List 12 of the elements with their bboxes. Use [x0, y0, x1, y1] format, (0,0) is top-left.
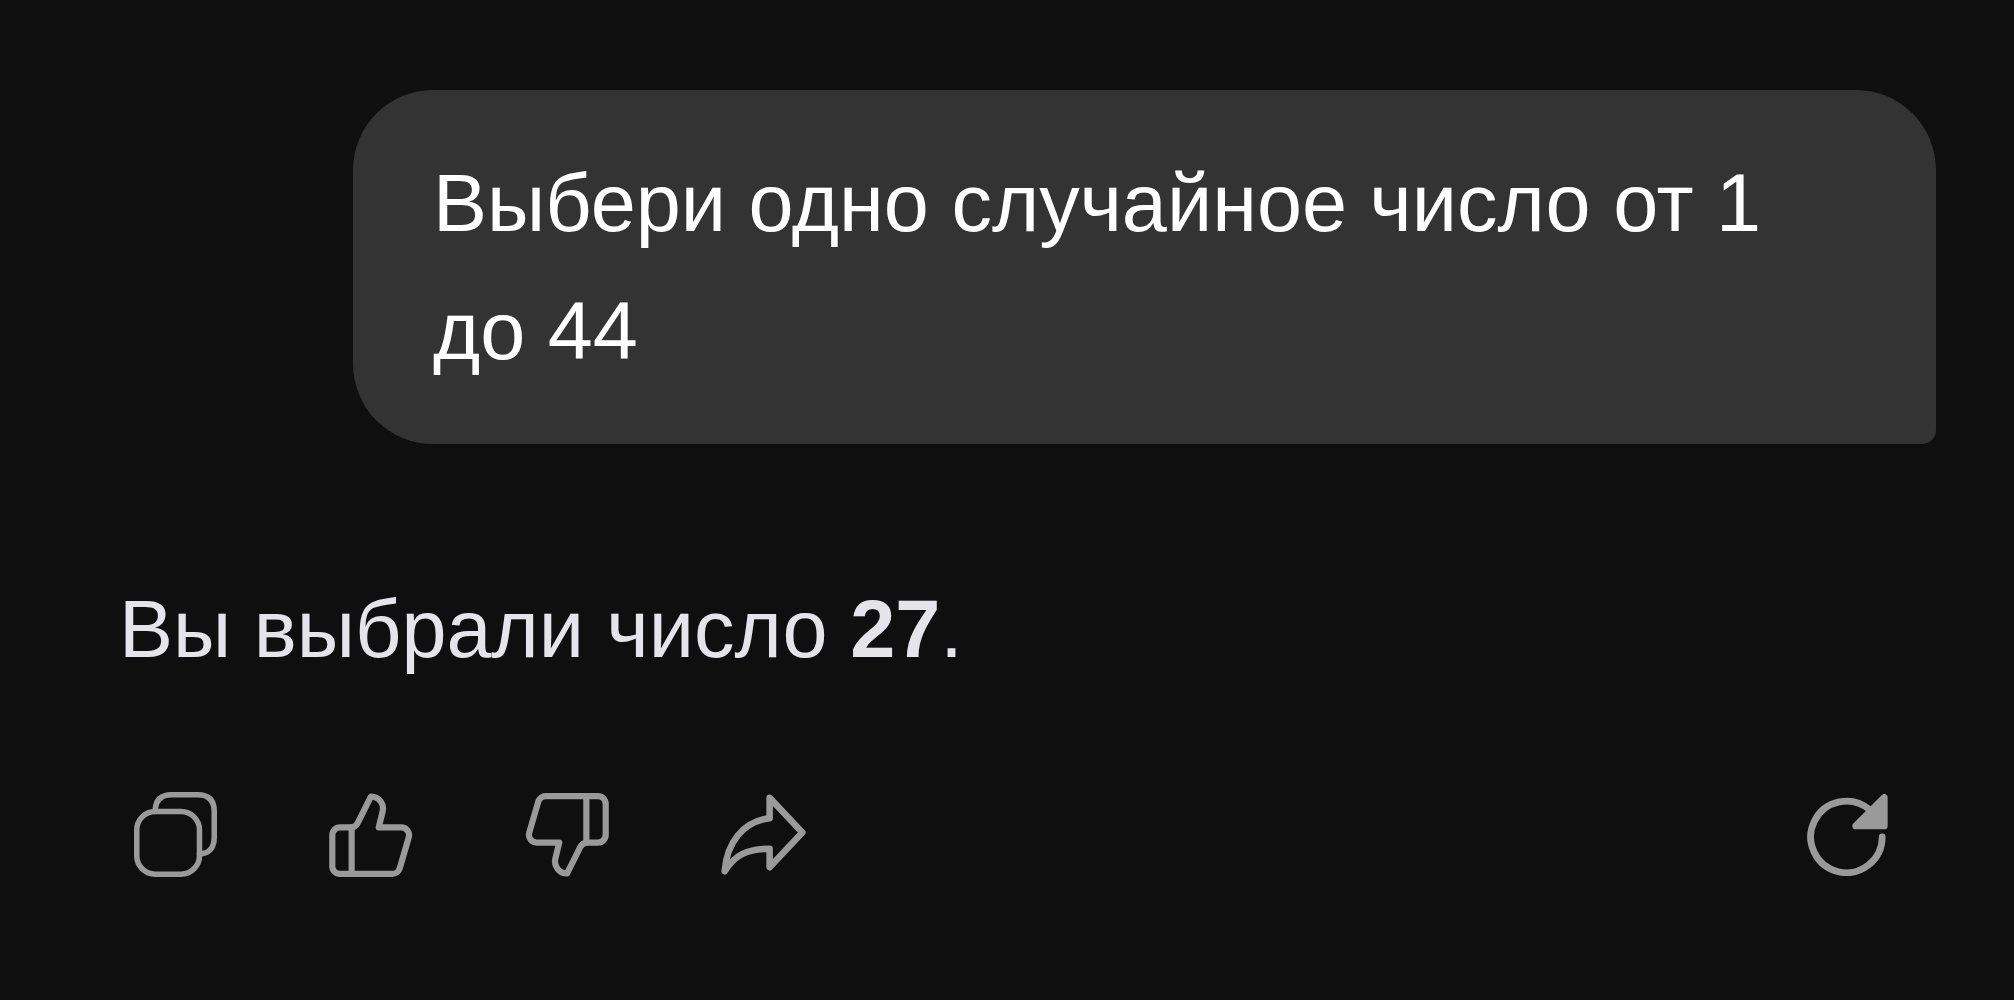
like-button[interactable] [329, 792, 413, 877]
forward-arrow-icon [721, 794, 806, 875]
thumbs-up-icon [329, 792, 413, 877]
regenerate-button[interactable] [1807, 793, 1888, 876]
copy-button[interactable] [134, 792, 217, 877]
copy-icon [134, 792, 217, 877]
share-button[interactable] [721, 794, 806, 875]
thumbs-down-icon [525, 792, 609, 877]
user-message-bubble: Выбери одно случайное число от 1 до 44 [353, 90, 1936, 444]
assistant-message-text: Вы выбрали число 27. [119, 583, 963, 676]
refresh-icon [1807, 793, 1888, 876]
dislike-button[interactable] [525, 792, 609, 877]
